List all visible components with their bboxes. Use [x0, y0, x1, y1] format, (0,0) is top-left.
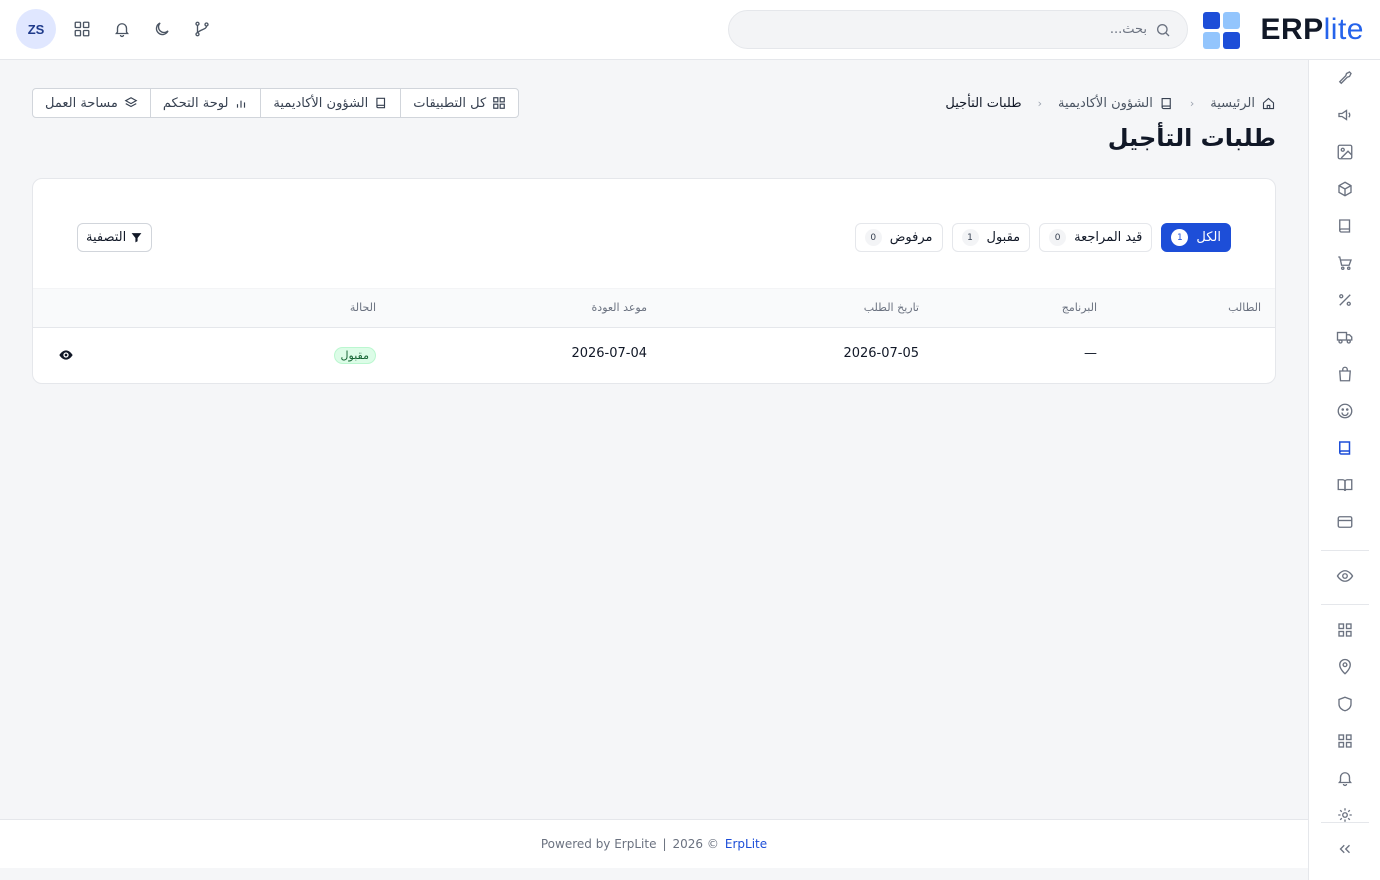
breadcrumb-section-label: الشؤون الأكاديمية	[1057, 95, 1153, 111]
logo-mark-icon	[1203, 11, 1241, 49]
column-header-request-date[interactable]: تاريخ الطلب	[864, 301, 919, 314]
bell-icon[interactable]	[108, 15, 136, 43]
tab-under-review[interactable]: قيد المراجعة 0	[1039, 223, 1153, 252]
grid-icon[interactable]	[1335, 620, 1355, 640]
book-icon[interactable]	[1335, 216, 1355, 236]
apps-grid-icon[interactable]	[68, 15, 96, 43]
table-row[interactable]: — 2026-07-05 2026-07-04 مقبول	[33, 328, 1275, 383]
footer-powered: Powered by ErpLite	[540, 837, 657, 851]
filter-label: التصفية	[86, 230, 127, 245]
book-active-icon[interactable]	[1335, 438, 1355, 458]
search-input[interactable]	[747, 11, 1147, 48]
filter-button[interactable]: التصفية	[77, 223, 153, 252]
academic-link[interactable]: الشؤون الأكاديمية	[260, 89, 400, 117]
book-icon	[376, 97, 386, 109]
tab-count-badge: 1	[1171, 229, 1189, 246]
tab-rejected[interactable]: مرفوض 0	[854, 223, 943, 252]
breadcrumb-home-label: الرئيسية	[1210, 95, 1255, 111]
header-actions: ZS	[16, 9, 216, 49]
column-header-student[interactable]: الطالب	[1228, 301, 1261, 314]
footer-brand-link[interactable]: ErpLite	[725, 837, 767, 851]
tab-label: قيد المراجعة	[1074, 230, 1143, 245]
all-apps-link[interactable]: كل التطبيقات	[400, 89, 518, 117]
tab-label: مرفوض	[889, 230, 933, 245]
truck-icon[interactable]	[1335, 327, 1355, 347]
column-header-return-date[interactable]: موعد العودة	[592, 301, 647, 314]
apps-grid-icon	[493, 97, 506, 109]
tab-count-badge: 0	[1049, 229, 1067, 246]
eye-icon[interactable]	[1335, 566, 1355, 586]
git-branch-icon[interactable]	[188, 15, 216, 43]
cell-request-date: 2026-07-05	[843, 346, 919, 361]
sidebar-divider	[1321, 604, 1369, 605]
footer: Powered by ErpLite | 2026 © ErpLite	[0, 819, 1308, 868]
cart-icon[interactable]	[1335, 253, 1355, 273]
column-header-status[interactable]: الحالة	[350, 301, 376, 314]
book-open-icon[interactable]	[1335, 475, 1355, 495]
footer-separator: |	[662, 837, 667, 851]
tools-icon[interactable]	[1335, 68, 1355, 88]
moon-icon[interactable]	[148, 15, 176, 43]
dashboard-link[interactable]: لوحة التحكم	[149, 89, 261, 117]
tab-label: الكل	[1196, 230, 1221, 245]
logo-text: ERPlite	[1260, 13, 1364, 46]
breadcrumb-section[interactable]: الشؤون الأكاديمية	[1058, 96, 1174, 111]
tab-all[interactable]: الكل 1	[1161, 223, 1231, 252]
cell-return-date: 2026-07-04	[571, 346, 647, 361]
grid-2-icon[interactable]	[1335, 731, 1355, 751]
bar-chart-icon	[237, 100, 246, 108]
chevron-left-icon: ‹	[1189, 96, 1195, 110]
percent-icon[interactable]	[1335, 290, 1355, 310]
bag-icon[interactable]	[1335, 364, 1355, 384]
all-apps-label: كل التطبيقات	[413, 95, 487, 111]
tab-count-badge: 0	[864, 229, 882, 246]
table-header: الطالب البرنامج تاريخ الطلب موعد العودة …	[33, 288, 1275, 328]
footer-copyright: 2026 ©	[672, 837, 719, 851]
sidebar-divider	[1321, 550, 1369, 551]
tab-accepted[interactable]: مقبول 1	[951, 223, 1031, 252]
breadcrumb-current: طلبات التأجيل	[945, 95, 1022, 111]
collapse-icon[interactable]	[1335, 839, 1355, 859]
status-badge: مقبول	[333, 347, 376, 364]
view-eye-icon[interactable]	[57, 346, 75, 364]
book-icon	[1161, 97, 1171, 109]
layers-icon	[124, 97, 138, 108]
academic-label: الشؤون الأكاديمية	[273, 95, 369, 111]
filter-icon	[131, 233, 142, 243]
breadcrumb-home[interactable]: الرئيسية	[1210, 96, 1276, 111]
avatar[interactable]: ZS	[16, 9, 56, 49]
page-title: طلبات التأجيل	[1107, 124, 1276, 152]
requests-card: الكل 1 قيد المراجعة 0 مقبول 1 مرفوض 0 ال…	[32, 178, 1276, 384]
breadcrumb: الرئيسية ‹ الشؤون الأكاديمية ‹ طلبات الت…	[945, 92, 1276, 114]
tab-label: مقبول	[986, 230, 1021, 245]
smile-icon[interactable]	[1335, 401, 1355, 421]
bell-icon[interactable]	[1335, 768, 1355, 788]
status-tabs: الكل 1 قيد المراجعة 0 مقبول 1 مرفوض 0	[854, 223, 1231, 252]
cell-program: —	[1084, 346, 1097, 361]
credit-card-icon[interactable]	[1335, 512, 1355, 532]
image-icon[interactable]	[1335, 142, 1355, 162]
tab-count-badge: 1	[961, 229, 979, 246]
box-icon[interactable]	[1335, 179, 1355, 199]
map-pin-icon[interactable]	[1335, 657, 1355, 677]
right-sidebar	[1308, 60, 1380, 880]
shield-icon[interactable]	[1335, 694, 1355, 714]
workspace-link[interactable]: مساحة العمل	[33, 89, 150, 117]
search-box[interactable]	[728, 10, 1188, 49]
column-header-program[interactable]: البرنامج	[1062, 301, 1097, 314]
sidebar-divider	[1321, 822, 1369, 823]
top-header: ERPlite ZS	[0, 0, 1380, 60]
app-logo[interactable]: ERPlite	[1203, 10, 1364, 50]
workspace-label: مساحة العمل	[45, 95, 118, 111]
search-icon	[1155, 22, 1171, 38]
chevron-left-icon: ‹	[1037, 96, 1042, 110]
home-icon	[1262, 97, 1275, 109]
megaphone-icon[interactable]	[1335, 105, 1355, 125]
quick-links: كل التطبيقات الشؤون الأكاديمية لوحة التح…	[32, 88, 520, 118]
dashboard-label: لوحة التحكم	[162, 95, 229, 111]
